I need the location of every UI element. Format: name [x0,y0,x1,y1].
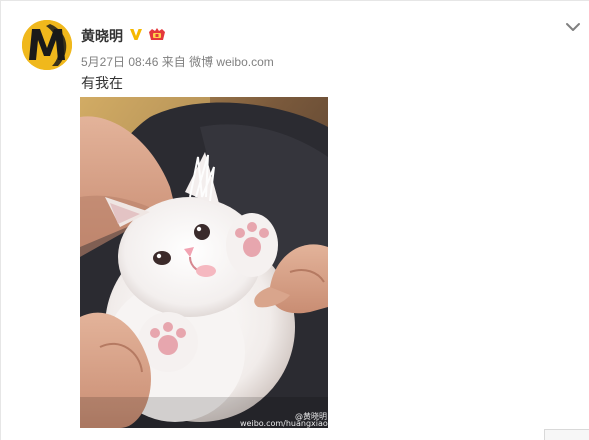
source-prefix: 来自 [161,55,186,69]
avatar[interactable] [22,20,72,70]
verified-v-icon [130,29,142,40]
avatar-logo-icon [22,20,72,70]
author-name[interactable]: 黄晓明 [81,26,123,46]
weibo-post-card: 黄晓明 5月27日 08:46 来自 微博 weibo.com 有我在 @黄晓明… [0,0,589,440]
post-image[interactable]: @黄晓明 weibo.com/huangxiaoming [80,97,328,428]
vip-member-icon[interactable] [148,27,166,42]
post-text: 有我在 [81,75,123,91]
post-time[interactable]: 5月27日 08:46 [81,55,158,69]
kitten-photo [80,97,328,428]
post-source[interactable]: 微博 weibo.com [189,55,274,69]
post-meta: 5月27日 08:46 来自 微博 weibo.com [81,53,274,70]
watermark-url: weibo.com/huangxiaoming [240,419,328,428]
corner-widget [544,429,589,440]
chevron-down-icon[interactable] [565,21,581,33]
